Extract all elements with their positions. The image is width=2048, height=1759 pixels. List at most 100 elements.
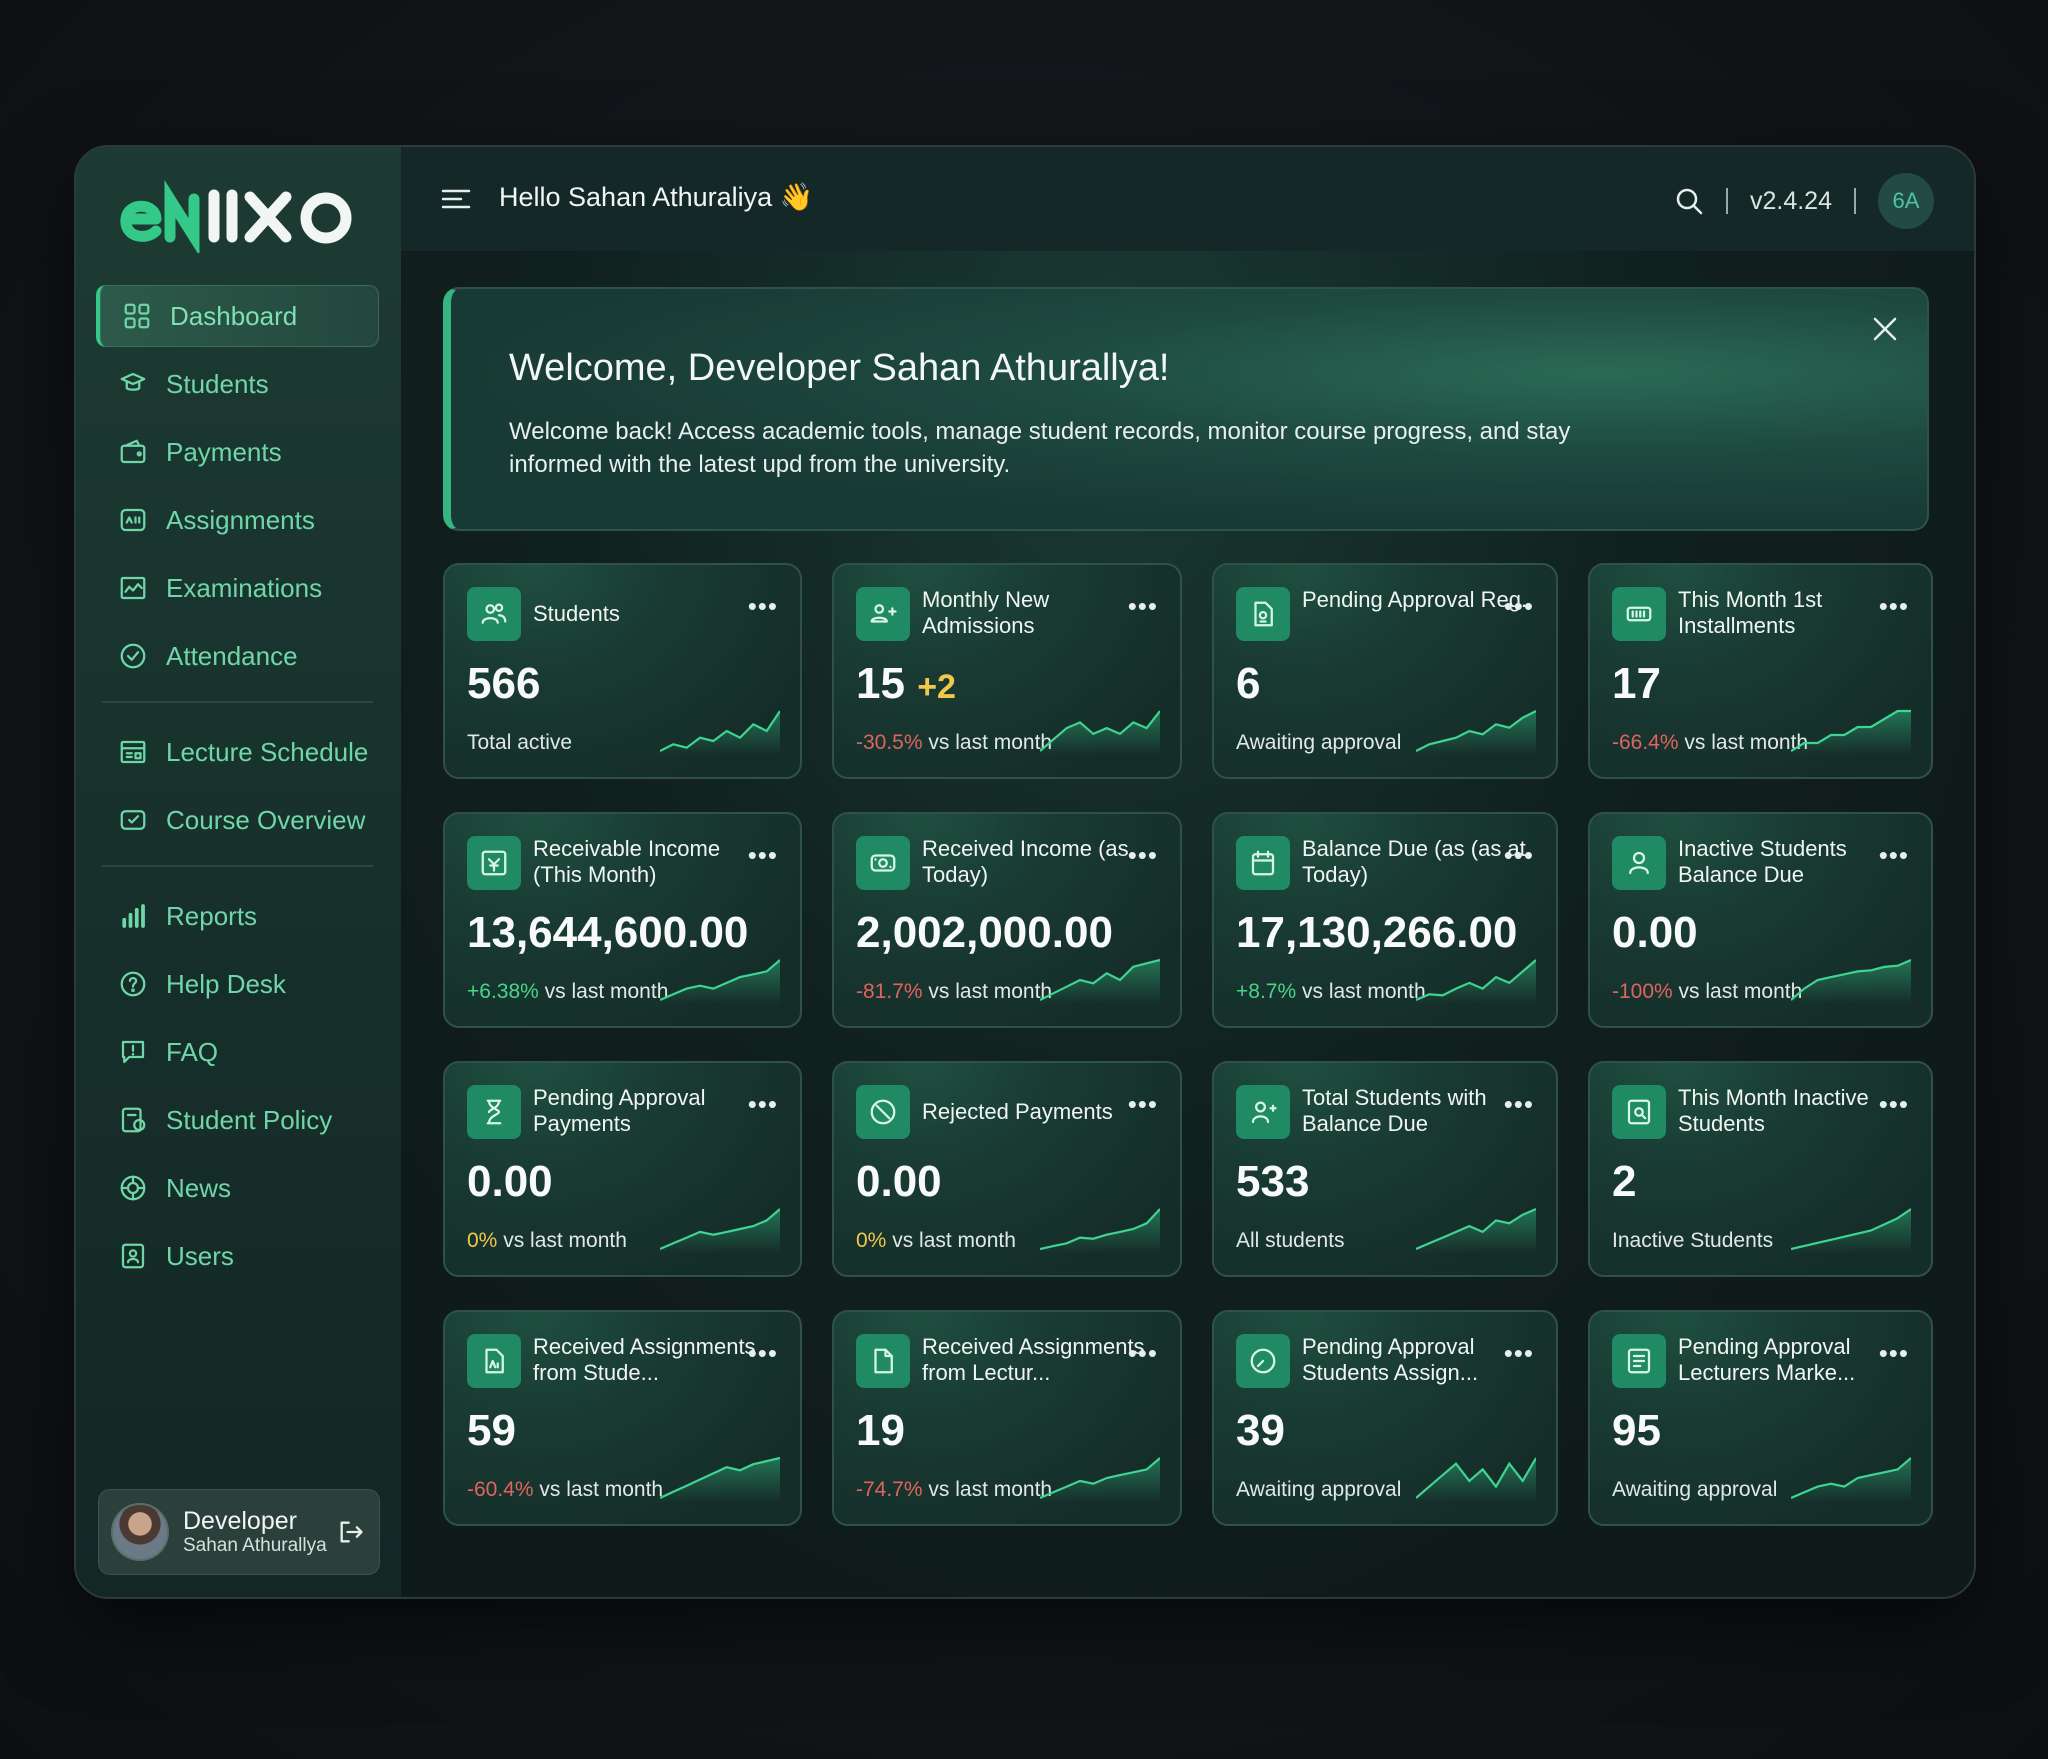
stat-card[interactable]: This Month 1st Installments ••• 17 -66.4% v… xyxy=(1588,563,1933,779)
sparkline-chart xyxy=(1040,958,1160,1004)
user-profile[interactable]: Developer Sahan Athurallya xyxy=(98,1489,380,1575)
sidebar-item-payments[interactable]: Payments xyxy=(96,421,379,483)
students-icon xyxy=(467,587,521,641)
help-icon xyxy=(118,969,148,999)
help-icon xyxy=(120,971,146,997)
grid-icon xyxy=(122,301,152,331)
close-icon[interactable] xyxy=(1871,315,1899,343)
version-label: v2.4.24 xyxy=(1749,186,1832,215)
more-options-icon[interactable]: ••• xyxy=(1504,1338,1534,1369)
sidebar-item-lecture-schedule[interactable]: Lecture Schedule xyxy=(96,721,379,783)
card-subtext: -100% vs last month xyxy=(1612,980,1802,1004)
sidebar-item-label: Student Policy xyxy=(166,1104,333,1135)
stat-card[interactable]: Pending Approval Lecturers Marke... ••• 95… xyxy=(1588,1310,1933,1526)
more-options-icon[interactable]: ••• xyxy=(748,840,778,871)
more-options-icon[interactable]: ••• xyxy=(1128,1089,1158,1120)
more-options-icon[interactable]: ••• xyxy=(748,591,778,622)
card-subtext: -74.7% vs last month xyxy=(856,1478,1052,1502)
more-options-icon[interactable]: ••• xyxy=(1879,1089,1909,1120)
menu-icon[interactable] xyxy=(441,187,471,211)
sidebar-item-course-overview[interactable]: Course Overview xyxy=(96,789,379,851)
users-icon xyxy=(121,1243,145,1269)
more-options-icon[interactable]: ••• xyxy=(1128,840,1158,871)
sidebar-item-students[interactable]: Students xyxy=(96,353,379,415)
sidebar-item-examinations[interactable]: Examinations xyxy=(96,557,379,619)
more-options-icon[interactable]: ••• xyxy=(1504,1089,1534,1120)
card-sub-label: Total active xyxy=(467,731,573,754)
card-value: 15 +2 xyxy=(856,659,956,709)
card-value-number: 17,130,266.00 xyxy=(1236,908,1518,957)
card-value-number: 95 xyxy=(1612,1406,1661,1455)
sidebar-item-label: Students xyxy=(166,368,269,399)
more-options-icon[interactable]: ••• xyxy=(1879,591,1909,622)
card-title: Received Assignments from Lectur... xyxy=(922,1334,1145,1385)
more-options-icon[interactable]: ••• xyxy=(748,1089,778,1120)
sparkline-chart xyxy=(660,710,780,755)
admission-icon xyxy=(856,587,910,641)
sidebar-item-faq[interactable]: FAQ xyxy=(96,1021,379,1083)
stat-card[interactable]: Total Students with Balance Due ••• 533 All… xyxy=(1212,1061,1558,1277)
card-subtext: Awaiting approval xyxy=(1612,1478,1777,1502)
more-options-icon[interactable]: ••• xyxy=(1128,591,1158,622)
card-sub-label: All students xyxy=(1236,1229,1345,1252)
stat-card[interactable]: Pending Approval Reg. ••• 6 Awaiting approv… xyxy=(1212,563,1558,779)
more-options-icon[interactable]: ••• xyxy=(1879,840,1909,871)
sidebar-item-help-desk[interactable]: Help Desk xyxy=(96,953,379,1015)
stat-card[interactable]: Received Assignments from Stude... ••• 59 -… xyxy=(443,1310,802,1526)
more-options-icon[interactable]: ••• xyxy=(1879,1338,1909,1369)
stat-card[interactable]: Received Income (as Today) ••• 2,002,000.0… xyxy=(832,812,1182,1028)
stat-card[interactable]: Receivable Income (This Month) ••• 13,644,… xyxy=(443,812,802,1028)
student-icon xyxy=(120,372,146,391)
wallet-icon xyxy=(118,437,148,467)
sidebar-item-label: Users xyxy=(166,1240,234,1271)
calendar-icon xyxy=(1236,836,1290,890)
sidebar-item-label: Reports xyxy=(166,900,258,931)
card-value-number: 6 xyxy=(1236,659,1261,708)
sidebar-item-news[interactable]: News xyxy=(96,1157,379,1219)
card-subtext: -60.4% vs last month xyxy=(467,1478,663,1502)
stat-card[interactable]: Rejected Payments ••• 0.00 0% vs last month xyxy=(832,1061,1182,1277)
sidebar-item-assignments[interactable]: Assignments xyxy=(96,489,379,551)
stat-card[interactable]: Students ••• 566 Total active xyxy=(443,563,802,779)
sidebar-item-label: Lecture Schedule xyxy=(166,736,369,767)
change-percent: -81.7% xyxy=(856,980,923,1003)
stat-card[interactable]: Received Assignments from Lectur... ••• 19… xyxy=(832,1310,1182,1526)
sidebar-item-label: FAQ xyxy=(166,1036,219,1067)
greeting: Hello Sahan Athuraliya 👋 xyxy=(499,182,814,212)
card-value: 2,002,000.00 xyxy=(856,908,1113,958)
sparkline-area xyxy=(1416,1209,1536,1253)
stat-card[interactable]: Pending Approval Students Assign... ••• 39… xyxy=(1212,1310,1558,1526)
sparkline-chart xyxy=(660,959,780,1004)
user-avatar-badge[interactable]: 6A xyxy=(1878,173,1934,229)
enixo-logo[interactable] xyxy=(116,173,366,253)
more-options-icon[interactable]: ••• xyxy=(1128,1338,1158,1369)
stat-card[interactable]: Balance Due (as (as at Today) ••• 17,130,2… xyxy=(1212,812,1558,1028)
sidebar-item-reports[interactable]: Reports xyxy=(96,885,379,947)
sidebar-item-student-policy[interactable]: Student Policy xyxy=(96,1089,379,1151)
change-percent: 0% xyxy=(467,1229,498,1252)
card-value-number: 0.00 xyxy=(1612,908,1698,957)
more-options-icon[interactable]: ••• xyxy=(1504,591,1534,622)
student-icon xyxy=(118,369,148,399)
stat-card[interactable]: Pending Approval Payments ••• 0.00 0% vs la… xyxy=(443,1061,802,1277)
course-icon xyxy=(118,805,148,835)
sparkline-area xyxy=(1416,1458,1536,1502)
sparkline-chart xyxy=(1040,1457,1160,1502)
stat-card[interactable]: Monthly New Admissions ••• 15 +2 -30.5% vs … xyxy=(832,563,1182,779)
more-options-icon[interactable]: ••• xyxy=(748,1338,778,1369)
card-value: 59 xyxy=(467,1406,516,1456)
search-icon[interactable] xyxy=(1674,186,1704,216)
sidebar-item-attendance[interactable]: Attendance xyxy=(96,625,379,687)
sidebar-item-users[interactable]: Users xyxy=(96,1225,379,1287)
stat-card[interactable]: Inactive Students Balance Due ••• 0.00 -100… xyxy=(1588,812,1933,1028)
card-value-number: 59 xyxy=(467,1406,516,1455)
more-options-icon[interactable]: ••• xyxy=(1504,840,1534,871)
card-value: 533 xyxy=(1236,1157,1309,1207)
reject-icon xyxy=(856,1085,910,1139)
sidebar-item-dashboard[interactable]: Dashboard xyxy=(96,285,379,347)
logout-icon[interactable] xyxy=(337,1518,365,1546)
users-icon xyxy=(118,1241,148,1271)
stat-card[interactable]: This Month Inactive Students ••• 2 Inactive… xyxy=(1588,1061,1933,1277)
cash-icon xyxy=(856,836,910,890)
card-value-number: 0.00 xyxy=(856,1157,942,1206)
